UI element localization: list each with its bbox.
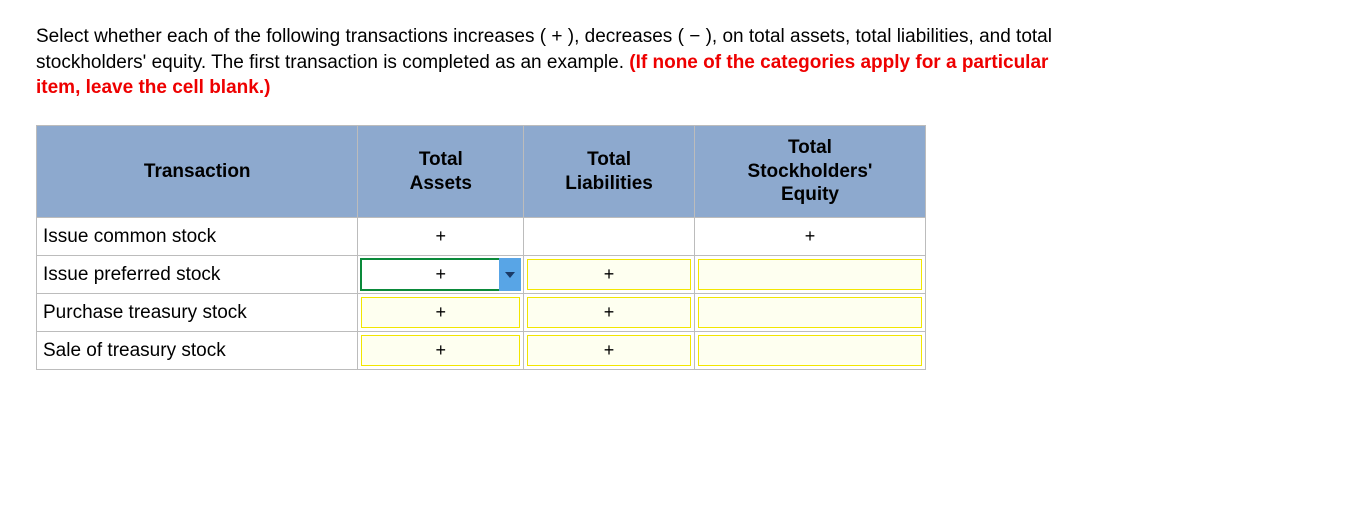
header-transaction: Transaction bbox=[37, 125, 358, 217]
editable-dropdown[interactable]: + bbox=[527, 297, 691, 328]
value-cell: + bbox=[358, 218, 524, 256]
value-cell[interactable]: + bbox=[524, 332, 695, 370]
editable-dropdown[interactable] bbox=[698, 297, 922, 328]
value-cell[interactable]: + bbox=[358, 256, 524, 294]
transaction-label: Purchase treasury stock bbox=[37, 294, 358, 332]
instructions-text: Select whether each of the following tra… bbox=[36, 24, 1086, 101]
table-row: Sale of treasury stock++ bbox=[37, 332, 926, 370]
editable-dropdown[interactable] bbox=[698, 335, 922, 366]
chevron-down-icon[interactable] bbox=[499, 258, 521, 291]
editable-dropdown[interactable] bbox=[698, 259, 922, 290]
header-liabilities: TotalLiabilities bbox=[524, 125, 695, 217]
transaction-label: Issue preferred stock bbox=[37, 256, 358, 294]
transactions-table: Transaction TotalAssets TotalLiabilities… bbox=[36, 125, 926, 370]
header-equity: TotalStockholders'Equity bbox=[694, 125, 925, 217]
value-cell[interactable]: + bbox=[358, 332, 524, 370]
editable-dropdown[interactable]: + bbox=[361, 297, 520, 328]
editable-dropdown[interactable]: + bbox=[361, 335, 520, 366]
transaction-label: Sale of treasury stock bbox=[37, 332, 358, 370]
value-cell: + bbox=[694, 218, 925, 256]
header-assets: TotalAssets bbox=[358, 125, 524, 217]
editable-dropdown[interactable]: + bbox=[527, 259, 691, 290]
value-cell[interactable]: + bbox=[524, 294, 695, 332]
value-cell[interactable] bbox=[694, 256, 925, 294]
transaction-label: Issue common stock bbox=[37, 218, 358, 256]
value-cell[interactable]: + bbox=[524, 256, 695, 294]
table-row: Purchase treasury stock++ bbox=[37, 294, 926, 332]
value-cell[interactable] bbox=[694, 332, 925, 370]
value-cell[interactable]: + bbox=[358, 294, 524, 332]
active-dropdown[interactable]: + bbox=[360, 258, 521, 291]
value-cell bbox=[524, 218, 695, 256]
table-row: Issue common stock++ bbox=[37, 218, 926, 256]
table-row: Issue preferred stock++ bbox=[37, 256, 926, 294]
editable-dropdown[interactable]: + bbox=[527, 335, 691, 366]
value-cell[interactable] bbox=[694, 294, 925, 332]
